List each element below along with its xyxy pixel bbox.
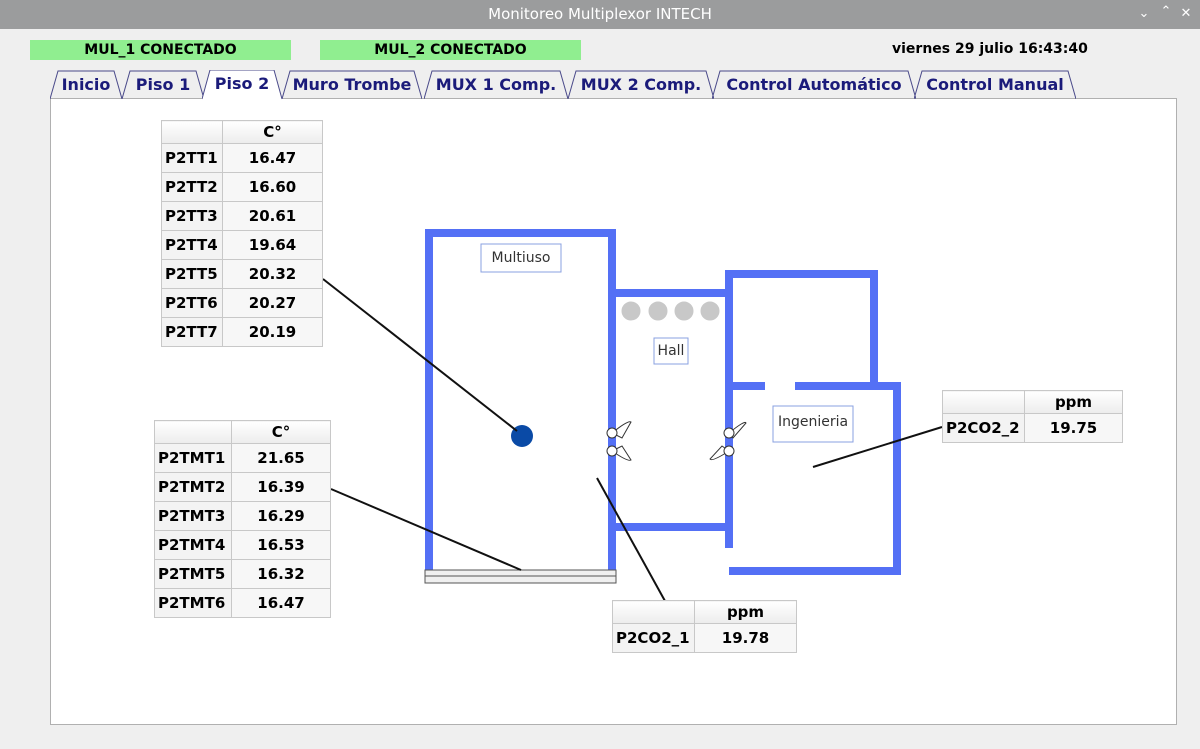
sensor-name: P2TMT2 <box>154 472 232 502</box>
co2-1-unit: ppm <box>694 600 797 624</box>
sensor-value: 16.47 <box>222 143 323 173</box>
sensor-name: P2TT2 <box>161 172 223 202</box>
tmt-table: C° P2TMT1 21.65 P2TMT2 16.39 P2TMT3 16.29 P… <box>154 420 331 618</box>
table-row: P2TMT6 16.47 <box>154 588 331 618</box>
sensor-value: 16.47 <box>231 588 331 618</box>
sensor-name: P2TMT3 <box>154 501 232 531</box>
table-row: P2TT4 19.64 <box>161 230 323 260</box>
room-label-multiuso: Multiuso <box>491 250 551 266</box>
sensor-name: P2TMT4 <box>154 530 232 560</box>
table-row: P2TT6 20.27 <box>161 288 323 318</box>
table-row: P2CO2_2 19.75 <box>942 413 1123 443</box>
sensor-value: 19.78 <box>694 623 797 653</box>
tt-unit: C° <box>222 120 323 144</box>
sensor-name: P2TT5 <box>161 259 223 289</box>
sensor-value: 16.29 <box>231 501 331 531</box>
table-row: P2TT7 20.19 <box>161 317 323 347</box>
co2-2-unit: ppm <box>1024 390 1123 414</box>
sensor-value: 16.53 <box>231 530 331 560</box>
room-label-hall: Hall <box>657 343 685 359</box>
table-row: P2TT2 16.60 <box>161 172 323 202</box>
sensor-value: 20.32 <box>222 259 323 289</box>
table-row: P2TMT1 21.65 <box>154 443 331 473</box>
sensor-name: P2CO2_1 <box>612 623 695 653</box>
sensor-name: P2TMT6 <box>154 588 232 618</box>
tt-table: C° P2TT1 16.47 P2TT2 16.60 P2TT3 20.61 P2TT… <box>161 120 323 347</box>
sensor-value: 21.65 <box>231 443 331 473</box>
sensor-name: P2CO2_2 <box>942 413 1025 443</box>
table-row: P2CO2_1 19.78 <box>612 623 797 653</box>
tmt-unit: C° <box>231 420 331 444</box>
sensor-name: P2TT7 <box>161 317 223 347</box>
table-row: P2TT5 20.32 <box>161 259 323 289</box>
sensor-name: P2TT3 <box>161 201 223 231</box>
table-row: P2TMT4 16.53 <box>154 530 331 560</box>
table-row: P2TT3 20.61 <box>161 201 323 231</box>
table-row: P2TT1 16.47 <box>161 143 323 173</box>
room-label-ingenieria: Ingenieria <box>777 414 849 430</box>
floor-plan-drawing <box>322 229 943 602</box>
sensor-name: P2TT4 <box>161 230 223 260</box>
sensor-value: 16.39 <box>231 472 331 502</box>
sensor-value: 20.19 <box>222 317 323 347</box>
sensor-value: 20.27 <box>222 288 323 318</box>
table-row: P2TMT3 16.29 <box>154 501 331 531</box>
sensor-name: P2TT1 <box>161 143 223 173</box>
table-row: P2TMT2 16.39 <box>154 472 331 502</box>
sensor-name: P2TMT5 <box>154 559 232 589</box>
sensor-value: 19.75 <box>1024 413 1123 443</box>
sensor-name: P2TMT1 <box>154 443 232 473</box>
sensor-value: 16.32 <box>231 559 331 589</box>
fixture-1 <box>620 300 642 322</box>
co2-2-table: ppm P2CO2_2 19.75 <box>942 390 1123 443</box>
sensor-value: 19.64 <box>222 230 323 260</box>
table-row: P2TMT5 16.32 <box>154 559 331 589</box>
sensor-name: P2TT6 <box>161 288 223 318</box>
sensor-value: 20.61 <box>222 201 323 231</box>
sensor-value: 16.60 <box>222 172 323 202</box>
co2-1-table: ppm P2CO2_1 19.78 <box>612 600 797 653</box>
